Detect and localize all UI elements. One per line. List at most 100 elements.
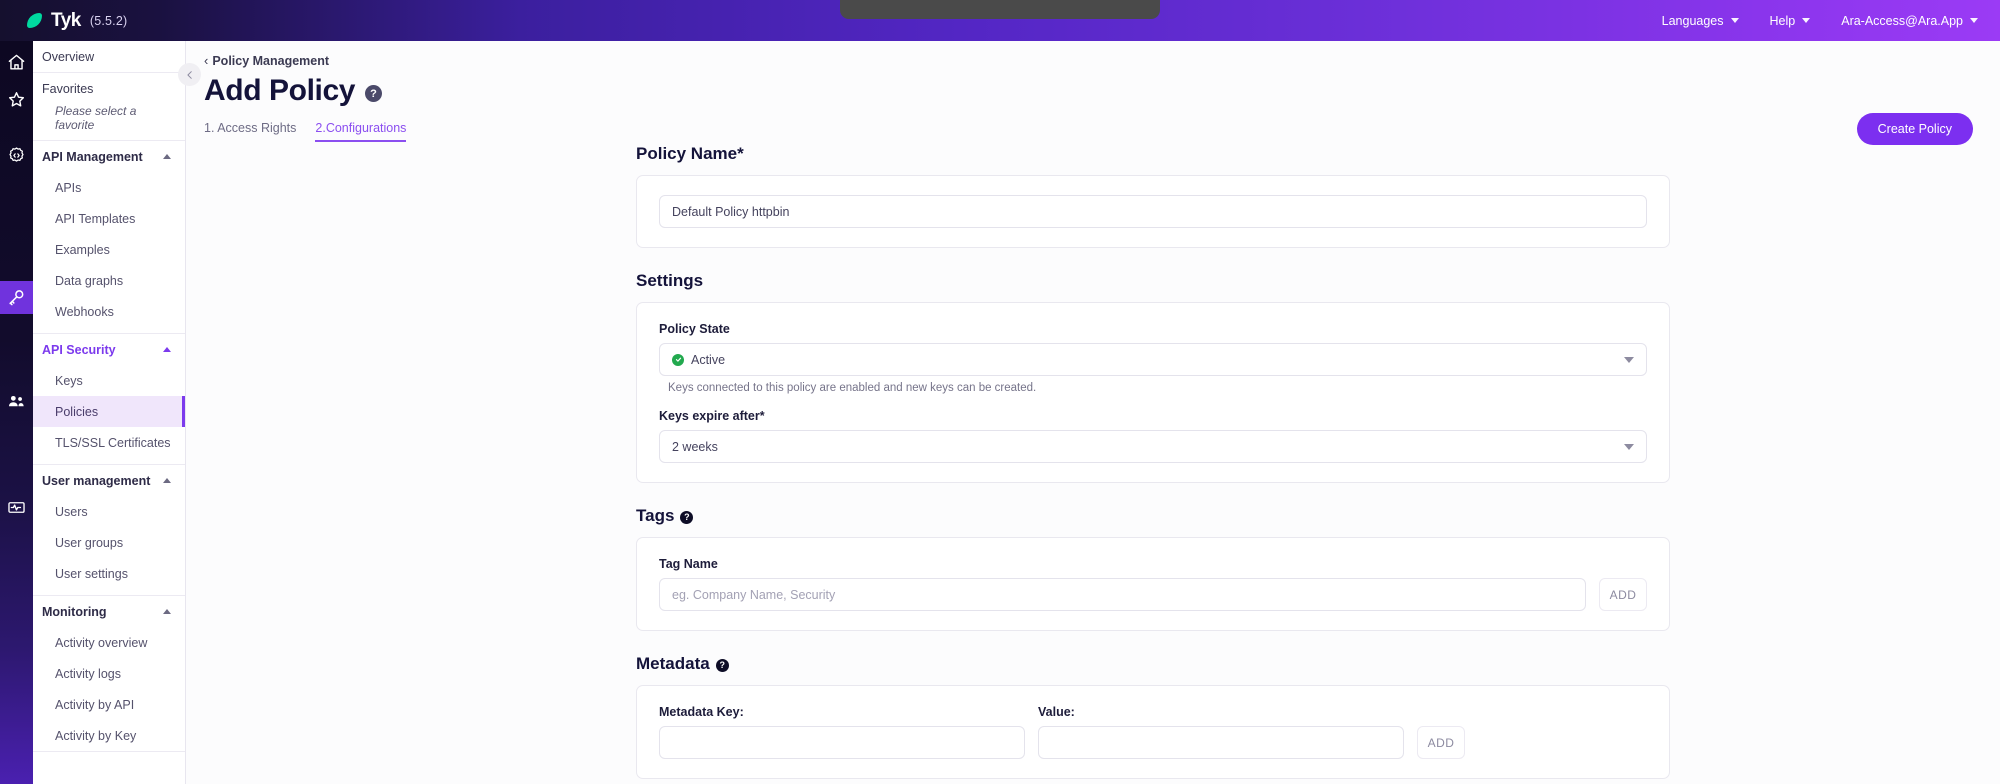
sidebar-item-api-templates[interactable]: API Templates [33, 203, 185, 234]
rail-users-icon[interactable] [0, 385, 33, 418]
sidebar-section-api-security[interactable]: API Security [33, 334, 185, 365]
sidebar-item-activity-overview[interactable]: Activity overview [33, 627, 185, 658]
metadata-heading: Metadata ? [636, 654, 1670, 674]
sidebar-item-favorites[interactable]: Favorites [33, 73, 185, 104]
rail-gear-code-icon[interactable] [0, 139, 33, 172]
wizard-tabs: 1. Access Rights 2.Configurations [204, 121, 2000, 142]
sidebar-item-examples[interactable]: Examples [33, 234, 185, 265]
help-menu[interactable]: Help [1770, 14, 1811, 28]
tag-name-input[interactable] [659, 578, 1586, 611]
icon-rail [0, 41, 33, 784]
tab-access-rights[interactable]: 1. Access Rights [204, 121, 296, 142]
sidebar-section-api-management[interactable]: API Management [33, 141, 185, 172]
metadata-key-input[interactable] [659, 726, 1025, 759]
metadata-row: Metadata Key: Value: ADD [659, 705, 1647, 759]
sidebar-item-activity-logs[interactable]: Activity logs [33, 658, 185, 689]
sidebar-item-users[interactable]: Users [33, 496, 185, 527]
chevron-up-icon [163, 478, 171, 483]
page-title-row: Add Policy ? [204, 74, 2000, 108]
sidebar-section-label: API Security [42, 342, 116, 357]
rail-activity-monitor-icon[interactable] [0, 491, 33, 524]
sidebar-section-user-management[interactable]: User management [33, 465, 185, 496]
chevron-up-icon [163, 154, 171, 159]
policy-name-card [636, 175, 1670, 248]
create-policy-button[interactable]: Create Policy [1856, 113, 1973, 145]
chevron-down-icon [1802, 18, 1811, 23]
sidebar-item-webhooks[interactable]: Webhooks [33, 296, 185, 327]
page-title: Add Policy [204, 74, 356, 107]
chevron-left-icon [186, 70, 192, 79]
brand-name: Tyk [51, 10, 81, 31]
tag-input-wrap [659, 578, 1586, 611]
tab-configurations[interactable]: 2.Configurations [315, 121, 407, 142]
sidebar-item-label: Favorites [42, 81, 94, 96]
sidebar-section-label: API Management [42, 149, 143, 164]
breadcrumb-label: Policy Management [212, 53, 330, 68]
metadata-value-label: Value: [1038, 705, 1075, 719]
sidebar-item-apis[interactable]: APIs [33, 172, 185, 203]
page-help-icon[interactable]: ? [365, 85, 383, 102]
policy-state-select[interactable]: Active [659, 343, 1647, 376]
policy-state-value-wrap: Active [672, 353, 725, 367]
sidebar-navigation: Overview Favorites Please select a favor… [33, 41, 186, 784]
policy-state-hint: Keys connected to this policy are enable… [668, 382, 1037, 394]
sidebar-item-overview[interactable]: Overview [33, 41, 185, 72]
sidebar-group-overview: Overview [33, 41, 185, 73]
keys-expire-select[interactable]: 2 weeks [659, 430, 1647, 463]
rail-key-icon[interactable] [0, 281, 33, 314]
policy-state-value: Active [691, 352, 726, 367]
sidebar-item-user-groups[interactable]: User groups [33, 527, 185, 558]
metadata-value-input[interactable] [1038, 726, 1404, 759]
sidebar-group-api-security: API Security Keys Policies TLS/SSL Certi… [33, 334, 185, 465]
sidebar-collapse-button[interactable] [178, 63, 201, 86]
rail-star-icon[interactable] [0, 83, 33, 116]
brand-logo[interactable]: Tyk (5.5.2) [27, 11, 127, 30]
chevron-up-icon [163, 609, 171, 614]
languages-menu[interactable]: Languages [1662, 14, 1739, 28]
sidebar-item-user-settings[interactable]: User settings [33, 558, 185, 589]
help-label: Help [1769, 13, 1796, 28]
settings-heading: Settings [636, 271, 1670, 291]
metadata-help-icon[interactable]: ? [715, 658, 729, 672]
sidebar-group-user-management: User management Users User groups User s… [33, 465, 185, 596]
sidebar-item-label: Overview [42, 49, 95, 64]
account-menu[interactable]: Ara-Access@Ara.App [1841, 14, 1978, 28]
sidebar-section-monitoring[interactable]: Monitoring [33, 596, 185, 627]
tags-help-icon[interactable]: ? [680, 510, 694, 524]
policy-name-input[interactable] [659, 195, 1647, 228]
metadata-key-field: Metadata Key: [659, 705, 1025, 759]
chevron-down-icon [1624, 443, 1634, 450]
policy-state-label: Policy State [659, 322, 730, 336]
breadcrumb[interactable]: ‹ Policy Management [204, 53, 329, 68]
chevron-down-icon [1730, 18, 1739, 23]
sidebar-item-data-graphs[interactable]: Data graphs [33, 265, 185, 296]
sidebar-item-tls-ssl-certificates[interactable]: TLS/SSL Certificates [33, 427, 185, 458]
sidebar-group-api-management: API Management APIs API Templates Exampl… [33, 141, 185, 334]
metadata-card: Metadata Key: Value: ADD [636, 685, 1670, 779]
version-label: (5.5.2) [89, 13, 128, 28]
rail-home-icon[interactable] [0, 46, 33, 79]
status-check-icon [672, 353, 684, 366]
chevron-up-icon [163, 347, 171, 352]
languages-label: Languages [1661, 13, 1724, 28]
chevron-down-icon [1970, 18, 1978, 23]
sidebar-section-label: Monitoring [42, 604, 107, 619]
sidebar-item-activity-by-api[interactable]: Activity by API [33, 689, 185, 720]
notification-toast [840, 0, 1160, 19]
account-label: Ara-Access@Ara.App [1841, 13, 1963, 28]
chevron-down-icon [1624, 356, 1634, 363]
sidebar-group-favorites: Favorites Please select a favorite [33, 73, 185, 141]
favorites-empty-note: Please select a favorite [55, 104, 137, 132]
metadata-value-field: Value: [1038, 705, 1404, 759]
metadata-add-button[interactable]: ADD [1417, 726, 1465, 759]
sidebar-item-keys[interactable]: Keys [33, 365, 185, 396]
sidebar-item-policies[interactable]: Policies [33, 396, 185, 427]
policy-name-heading-label: Policy Name* [636, 144, 744, 163]
tags-heading-label: Tags [636, 506, 675, 525]
sidebar-section-label: User management [42, 473, 151, 488]
app-root: Tyk (5.5.2) Languages Help Ara-Access@Ar… [0, 0, 2000, 784]
sidebar-item-activity-by-key[interactable]: Activity by Key [33, 720, 185, 751]
tag-add-button[interactable]: ADD [1599, 578, 1647, 611]
policy-form: Policy Name* Settings Policy State Activ… [636, 144, 1670, 784]
tags-heading: Tags ? [636, 506, 1670, 526]
